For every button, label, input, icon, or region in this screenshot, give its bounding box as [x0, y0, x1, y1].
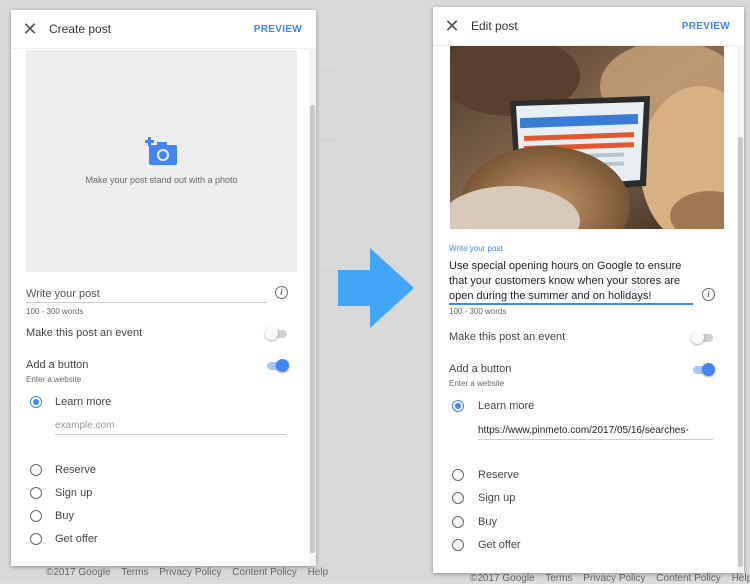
footer-privacy-link[interactable]: Privacy Policy [583, 573, 645, 584]
divider [316, 70, 336, 71]
footer-terms-link[interactable]: Terms [545, 573, 572, 584]
divider [316, 140, 336, 141]
photo-hint: Make your post stand out with a photo [85, 175, 238, 185]
event-label: Make this post an event [26, 327, 143, 339]
add-photo-icon [144, 137, 177, 165]
add-button-label: Add a button [449, 363, 512, 375]
dialog-header: ✕ Create post PREVIEW [11, 10, 316, 49]
write-post-underline [26, 302, 267, 303]
event-toggle[interactable] [265, 326, 289, 342]
dialog-title: Edit post [471, 19, 518, 33]
website-input[interactable]: example.com [55, 420, 114, 431]
post-text-focus-underline [449, 303, 693, 305]
option-reserve-label: Reserve [55, 464, 96, 476]
footer-content-policy-link[interactable]: Content Policy [232, 567, 296, 578]
radio-sign-up[interactable] [452, 492, 464, 504]
option-buy-label: Buy [478, 516, 497, 528]
enter-website-hint: Enter a website [26, 375, 82, 384]
option-learn-more-label: Learn more [55, 396, 112, 408]
website-input-underline [55, 434, 286, 435]
dialog-header: ✕ Edit post PREVIEW [433, 7, 744, 46]
info-icon[interactable]: i [702, 288, 715, 301]
close-icon[interactable]: ✕ [11, 19, 49, 40]
scrollbar-thumb[interactable] [738, 137, 743, 567]
dialog-title: Create post [49, 22, 112, 36]
website-input[interactable]: https://www.pinmeto.com/2017/05/16/searc… [478, 425, 713, 436]
scrollbar-thumb[interactable] [310, 105, 315, 553]
footer-privacy-link[interactable]: Privacy Policy [159, 567, 221, 578]
preview-button[interactable]: PREVIEW [254, 24, 302, 35]
radio-get-offer[interactable] [30, 533, 42, 545]
divider [316, 270, 336, 271]
option-learn-more-label: Learn more [478, 400, 535, 412]
create-post-dialog: ✕ Create post PREVIEW Make your post sta… [11, 10, 316, 566]
footer-copyright: ©2017 Google [46, 567, 111, 578]
option-reserve-label: Reserve [478, 469, 519, 481]
radio-reserve[interactable] [30, 464, 42, 476]
option-buy-label: Buy [55, 510, 74, 522]
option-get-offer-label: Get offer [478, 539, 521, 551]
option-sign-up-label: Sign up [478, 492, 516, 504]
footer-left: ©2017 Google Terms Privacy Policy Conten… [46, 567, 336, 578]
radio-buy[interactable] [30, 510, 42, 522]
post-photo[interactable] [450, 46, 724, 229]
footer-help-link[interactable]: Help [308, 567, 329, 578]
radio-reserve[interactable] [452, 469, 464, 481]
option-get-offer-label: Get offer [55, 533, 98, 545]
post-text-input[interactable]: Use special opening hours on Google to e… [449, 259, 694, 304]
event-toggle[interactable] [691, 330, 715, 346]
option-sign-up-label: Sign up [55, 487, 93, 499]
write-post-label: Write your post [449, 244, 503, 253]
info-icon[interactable]: i [275, 286, 288, 299]
website-input-underline [478, 439, 713, 440]
enter-website-hint: Enter a website [449, 379, 505, 388]
write-post-placeholder[interactable]: Write your post [26, 288, 100, 300]
add-button-label: Add a button [26, 359, 89, 371]
radio-get-offer[interactable] [452, 539, 464, 551]
word-hint: 100 - 300 words [449, 307, 507, 316]
radio-sign-up[interactable] [30, 487, 42, 499]
footer-copyright: ©2017 Google [470, 573, 535, 584]
radio-learn-more[interactable] [30, 396, 42, 408]
event-label: Make this post an event [449, 331, 566, 343]
add-button-toggle[interactable] [265, 358, 289, 374]
arrow-right-icon [338, 248, 414, 328]
preview-button[interactable]: PREVIEW [682, 21, 730, 32]
footer-help-link[interactable]: Help [732, 573, 750, 584]
add-button-toggle[interactable] [691, 362, 715, 378]
footer-content-policy-link[interactable]: Content Policy [656, 573, 720, 584]
edit-post-dialog: ✕ Edit post PREVIEW Write your post Use … [433, 7, 744, 573]
footer-terms-link[interactable]: Terms [121, 567, 148, 578]
close-icon[interactable]: ✕ [433, 16, 471, 37]
add-photo-area[interactable]: Make your post stand out with a photo [26, 50, 297, 272]
radio-learn-more[interactable] [452, 400, 464, 412]
footer-right: ©2017 Google Terms Privacy Policy Conten… [470, 573, 750, 584]
word-hint: 100 - 300 words [26, 307, 84, 316]
radio-buy[interactable] [452, 516, 464, 528]
